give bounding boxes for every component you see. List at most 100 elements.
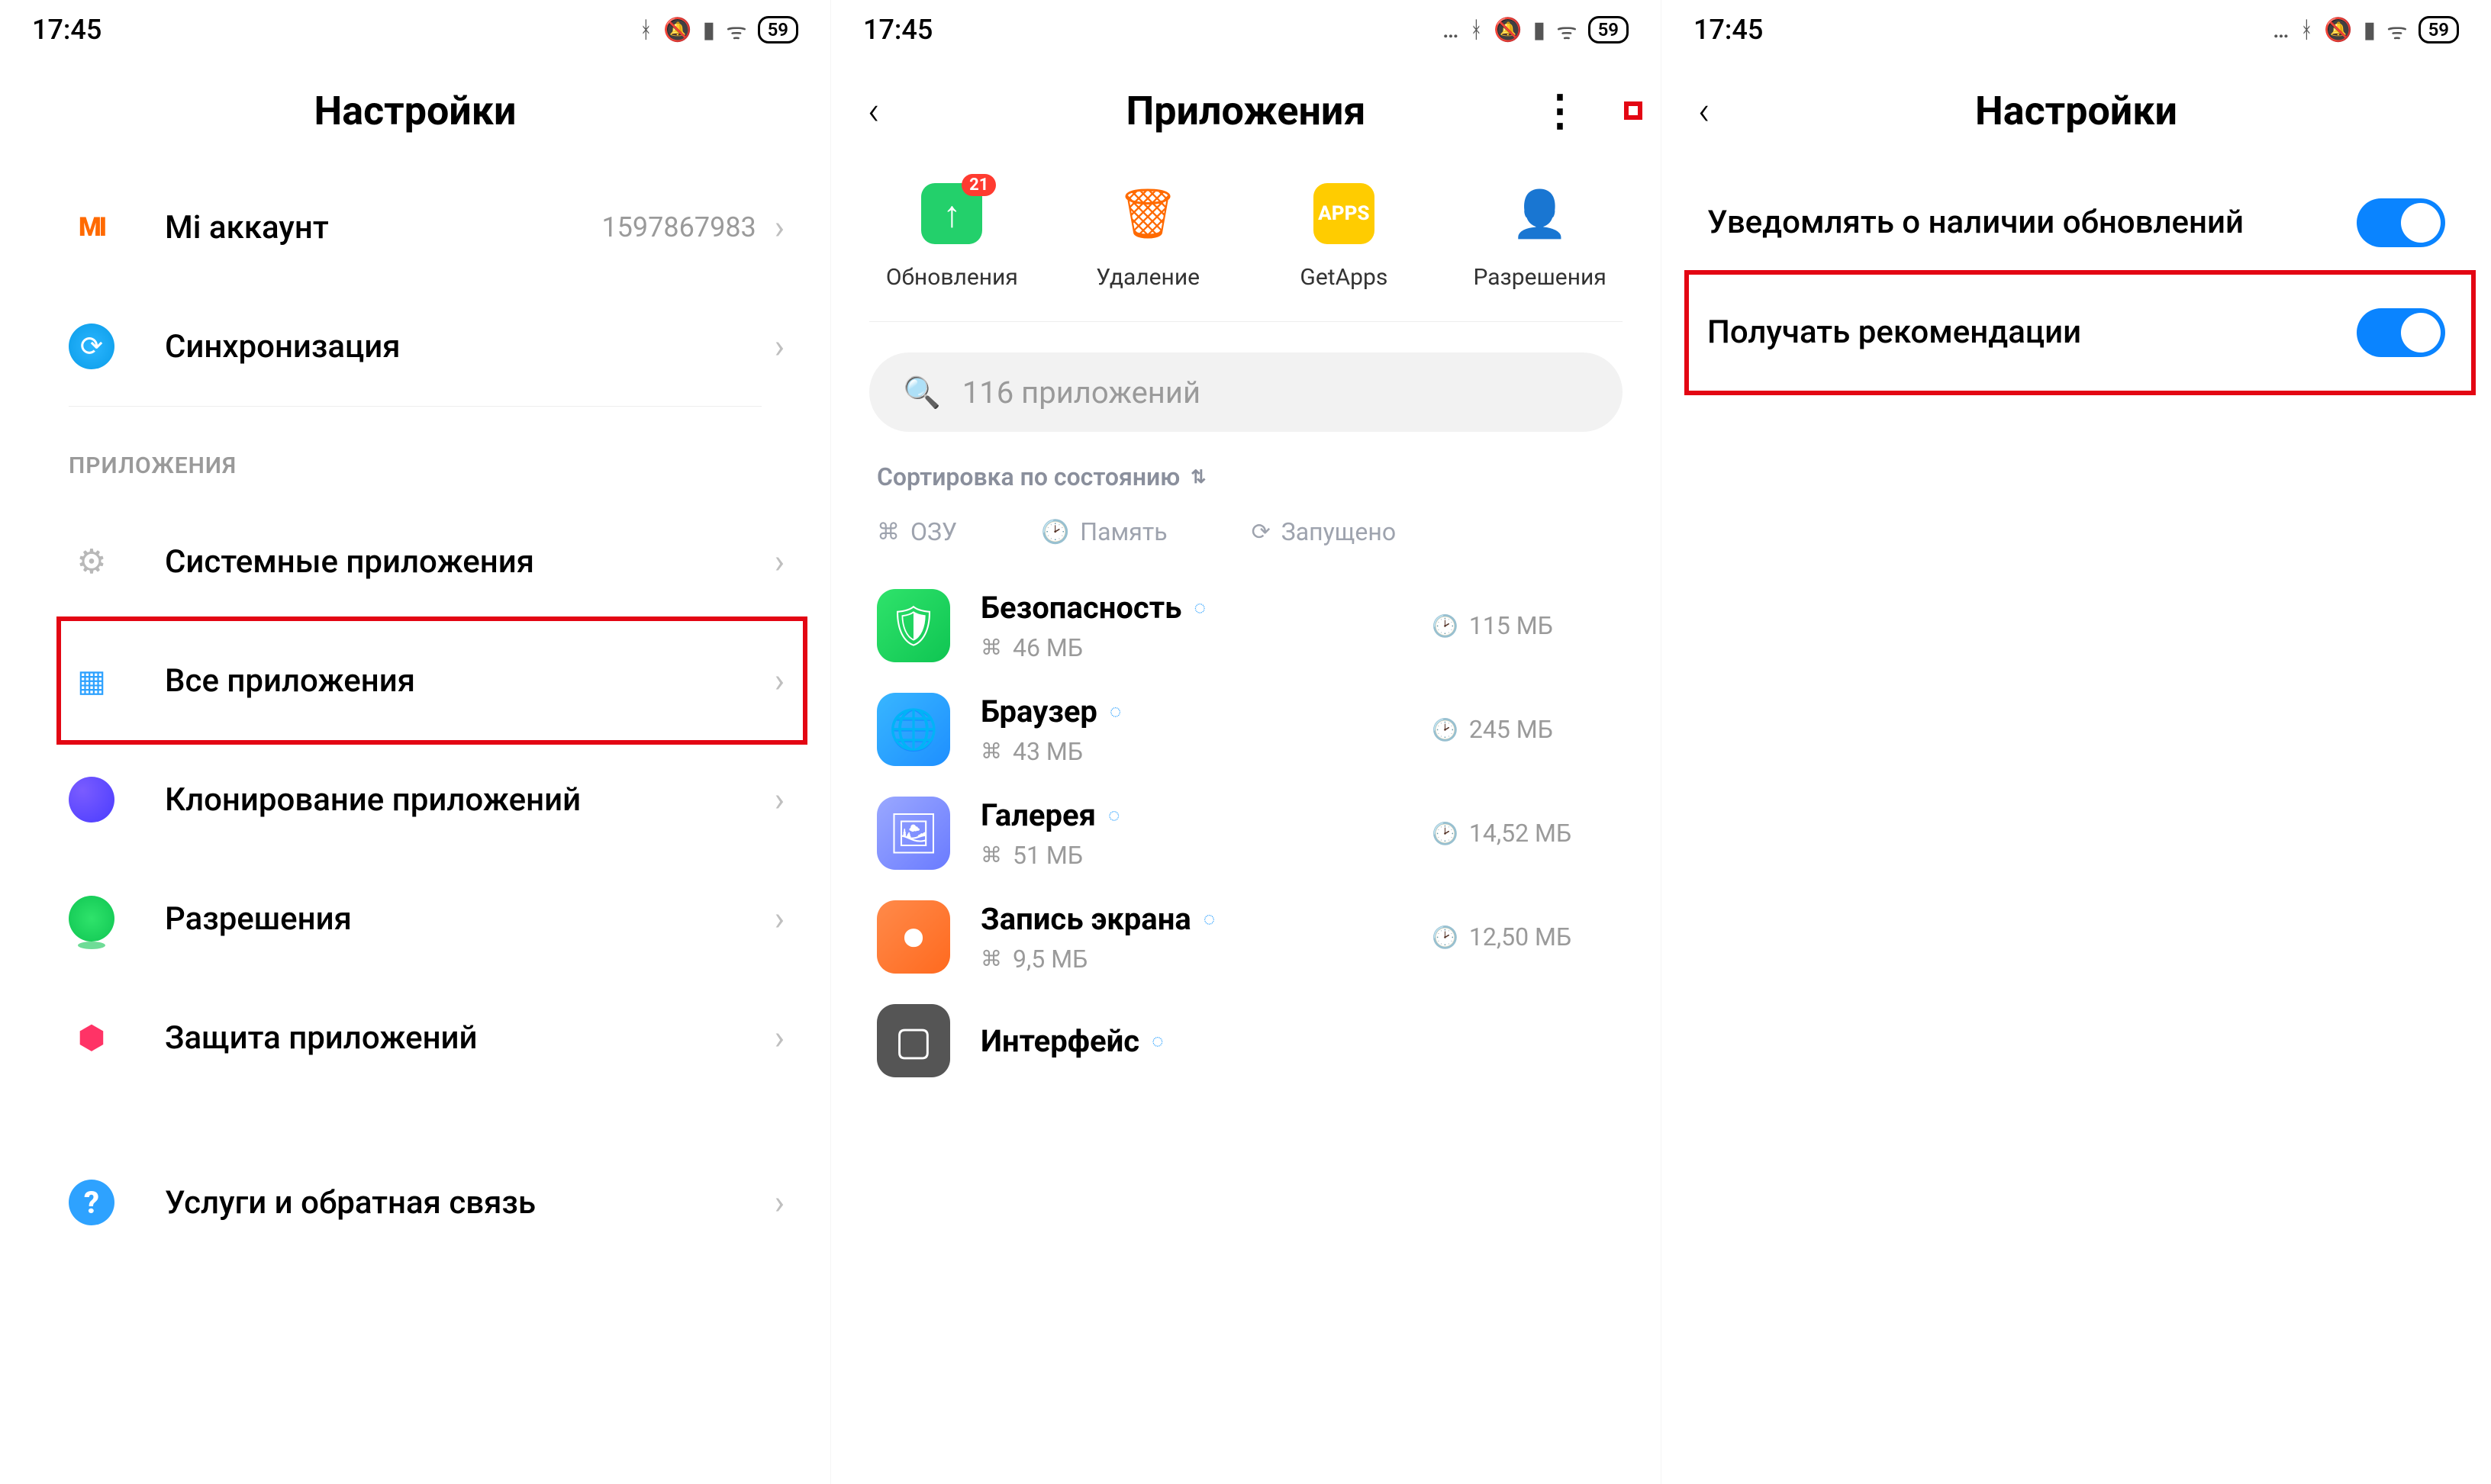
chevron-right-icon: › [775, 208, 785, 247]
app-row[interactable]: 🌐 Браузер◌⌘43 МБ 🕑245 МБ [831, 678, 1661, 781]
permissions-label: Разрешения [165, 900, 775, 938]
toggle-recommendations[interactable]: Получать рекомендации [1661, 278, 2491, 388]
status-icons: … ᚼ 🔕 ▮ ᯤ 59 [2273, 14, 2459, 46]
app-row[interactable]: 🛡Безопасность◌⌘46 МБ🕑115 МБ [831, 574, 1661, 678]
app-row[interactable]: ⏺Запись экрана◌⌘9,5 МБ🕑12,50 МБ [831, 885, 1661, 989]
sort-chips: ⌘ОЗУ 🕑Память ⟳Запущено [831, 510, 1661, 574]
app-storage: 🕑245 МБ [1432, 715, 1615, 744]
app-row[interactable]: 🖼Галерея◌⌘51 МБ🕑14,52 МБ [831, 781, 1661, 885]
status-time: 17:45 [32, 14, 102, 46]
switch-on-icon[interactable] [2357, 308, 2445, 357]
mi-account-label: Mi аккаунт [165, 209, 601, 246]
search-placeholder: 116 приложений [962, 375, 1200, 410]
chip-ram-icon: ⌘ [877, 519, 900, 546]
sync-label: Синхронизация [165, 328, 775, 365]
chip-icon: ⌘ [981, 946, 1002, 971]
app-body: Запись экрана ◌ ⌘9,5 МБ [981, 901, 1401, 974]
clock-icon: 🕑 [1432, 821, 1458, 846]
more-vertical-icon [1539, 85, 1581, 136]
chip-ram[interactable]: ⌘ОЗУ [877, 517, 957, 546]
divider [869, 321, 1623, 322]
quick-getapps[interactable]: APPS GetApps [1260, 183, 1428, 291]
sort-dropdown[interactable]: Сортировка по состоянию ⇅ [831, 462, 1661, 510]
system-apps-label: Системные приложения [165, 543, 775, 581]
wifi-icon: ᯤ [726, 14, 746, 46]
system-apps-row[interactable]: ⚙ Системные приложения › [0, 502, 830, 621]
more-dots-icon: … [1442, 17, 1458, 43]
more-options-button[interactable] [1532, 74, 1587, 147]
all-apps-label: Все приложения [165, 662, 775, 700]
status-bar: 17:45 … ᚼ 🔕 ▮ ᯤ 59 [831, 0, 1661, 53]
help-feedback-row[interactable]: ? Услуги и обратная связь › [0, 1143, 830, 1262]
bluetooth-icon: ᚼ [1469, 17, 1483, 43]
clone-apps-row[interactable]: Клонирование приложений › [0, 740, 830, 859]
bluetooth-icon: ᚼ [2299, 17, 2313, 43]
clock-icon: 🕑 [1041, 519, 1069, 546]
quick-delete[interactable]: 🗑 Удаление [1064, 183, 1232, 291]
chevron-right-icon: › [775, 780, 785, 819]
updates-badge: 21 [962, 174, 996, 196]
chevron-right-icon: › [775, 542, 785, 581]
quick-actions: ↑ 21 Обновления 🗑 Удаление APPS GetApps … [831, 168, 1661, 321]
battery-indicator: 59 [1588, 16, 1629, 43]
mute-icon: 🔕 [2324, 17, 2352, 43]
page-title: Приложения [1126, 88, 1366, 134]
clock-icon: 🕑 [1432, 925, 1458, 950]
gear-icon: ⚙ [69, 539, 114, 584]
app-icon: 🛡 [877, 589, 950, 662]
app-protection-label: Защита приложений [165, 1019, 775, 1057]
switch-on-icon[interactable] [2357, 198, 2445, 247]
app-name: Интерфейс [981, 1023, 1139, 1059]
app-ram: ⌘51 МБ [981, 841, 1401, 870]
sort-arrows-icon: ⇅ [1191, 466, 1206, 488]
chip-storage[interactable]: 🕑Память [1041, 517, 1168, 546]
app-icon: ▢ [877, 1004, 950, 1077]
toggle-recommendations-label: Получать рекомендации [1707, 311, 2357, 355]
battery-indicator: 59 [758, 16, 798, 43]
mute-icon: 🔕 [1494, 17, 1522, 43]
battery-indicator: 59 [2418, 16, 2459, 43]
back-button[interactable]: ‹ [1698, 88, 1710, 134]
app-body: Браузер◌⌘43 МБ [981, 694, 1401, 766]
app-row[interactable]: ▢ Интерфейс ◌ [831, 989, 1661, 1093]
bluetooth-icon: ᚼ [639, 17, 653, 43]
quick-permissions-label: Разрешения [1473, 264, 1606, 291]
chip-icon: ⌘ [981, 635, 1002, 660]
app-ram: ⌘43 МБ [981, 737, 1401, 766]
chevron-right-icon: › [775, 1018, 785, 1057]
header: ‹ Приложения [831, 53, 1661, 168]
status-bar: 17:45 … ᚼ 🔕 ▮ ᯤ 59 [1661, 0, 2491, 53]
quick-updates[interactable]: ↑ 21 Обновления [868, 183, 1036, 291]
app-name: Запись экрана [981, 901, 1191, 937]
search-input[interactable]: 🔍 116 приложений [869, 352, 1623, 432]
toggle-notify-updates-label: Уведомлять о наличии обновлений [1707, 201, 2357, 245]
app-ram: ⌘9,5 МБ [981, 945, 1401, 974]
chip-running[interactable]: ⟳Запущено [1252, 517, 1397, 546]
updates-icon: ↑ 21 [921, 183, 982, 244]
getapps-icon: APPS [1313, 183, 1374, 244]
chevron-right-icon: › [775, 661, 785, 700]
clone-icon [69, 777, 114, 822]
status-icons: … ᚼ 🔕 ▮ ᯤ 59 [1442, 14, 1629, 46]
back-button[interactable]: ‹ [868, 88, 880, 134]
apps-list: 🛡Безопасность◌⌘46 МБ🕑115 МБ 🌐 Браузер◌⌘43 … [831, 574, 1661, 1093]
help-icon: ? [69, 1180, 114, 1225]
loading-spinner-icon: ◌ [1204, 907, 1215, 931]
all-apps-row[interactable]: ▦ Все приложения › [0, 621, 830, 740]
app-ram: ⌘46 МБ [981, 633, 1401, 662]
signal-icon: ▮ [703, 17, 716, 43]
app-icon: 🌐 [877, 693, 950, 766]
loading-spinner-icon: ◌ [1152, 1029, 1163, 1053]
sync-row[interactable]: ⟳ Синхронизация › [0, 287, 830, 406]
clone-apps-label: Клонирование приложений [165, 781, 775, 819]
settings-panel: 17:45 ᚼ 🔕 ▮ ᯤ 59 Настройки MI Mi аккаунт… [0, 0, 830, 1484]
mi-account-row[interactable]: MI Mi аккаунт 1597867983 › [0, 168, 830, 287]
quick-permissions[interactable]: 👤 Разрешения [1456, 183, 1624, 291]
status-bar: 17:45 ᚼ 🔕 ▮ ᯤ 59 [0, 0, 830, 53]
app-storage: 🕑14,52 МБ [1432, 819, 1615, 848]
help-feedback-label: Услуги и обратная связь [165, 1184, 775, 1222]
grid-icon: ▦ [69, 658, 114, 703]
toggle-notify-updates[interactable]: Уведомлять о наличии обновлений [1661, 168, 2491, 278]
permissions-row[interactable]: Разрешения › [0, 859, 830, 978]
app-protection-row[interactable]: ⬢ Защита приложений › [0, 978, 830, 1097]
